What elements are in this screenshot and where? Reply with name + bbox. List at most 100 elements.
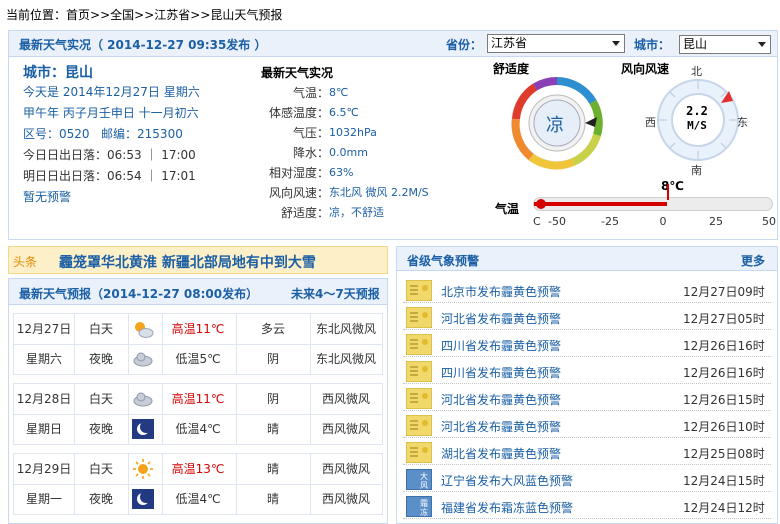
warning-item[interactable]: 北京市发布霾黄色预警 12月27日09时 bbox=[397, 277, 777, 303]
warning-text[interactable]: 四川省发布霾黄色预警 bbox=[441, 364, 561, 381]
forecast-col-divider bbox=[236, 314, 237, 374]
forecast-more-link[interactable]: 未来4～7天预报 bbox=[291, 285, 380, 302]
forecast-col-divider bbox=[74, 454, 75, 514]
warning-text[interactable]: 四川省发布霾黄色预警 bbox=[441, 337, 561, 354]
lunar-line: 甲午年 丙子月壬申日 十一月初六 bbox=[23, 106, 199, 120]
warning-divider bbox=[403, 302, 771, 303]
partly-cloudy-icon bbox=[128, 316, 158, 342]
temp-tick-label: 50 bbox=[762, 215, 776, 228]
cloud-icon bbox=[128, 386, 158, 412]
obs-title: 最新天气实况 bbox=[261, 66, 334, 80]
compass-north: 北 bbox=[691, 65, 702, 78]
obs-label: 舒适度： bbox=[280, 206, 329, 220]
forecast-wind: 西风微风 bbox=[321, 492, 370, 506]
breadcrumb-sep: >> bbox=[134, 8, 155, 22]
haze-yellow-icon bbox=[405, 387, 433, 410]
forecast-night-row: 星期六 夜晚 低温5℃ 阴 东北风微风 bbox=[14, 346, 384, 372]
forecast-period-label: 白天 bbox=[88, 322, 113, 336]
no-warning-text: 暂无预警 bbox=[23, 190, 72, 204]
forecast-weather: 晴 bbox=[266, 492, 279, 506]
warning-divider bbox=[403, 437, 771, 438]
city-select-value: 昆山 bbox=[683, 37, 708, 51]
forecast-divider bbox=[14, 344, 382, 345]
forecast-period-label: 白天 bbox=[88, 462, 113, 476]
forecast-day: 12月28日 白天 高温11℃ 阴西风微风 星期日 夜晚 低温4℃ 晴西风微风 bbox=[13, 383, 383, 445]
warning-item[interactable]: 大风 辽宁省发布大风蓝色预警 12月24日15时 bbox=[397, 466, 777, 492]
cloud-icon bbox=[128, 346, 158, 372]
obs-value: 6.5℃ bbox=[329, 106, 359, 119]
forecast-col-divider bbox=[310, 384, 311, 444]
warning-text[interactable]: 福建省发布霜冻蓝色预警 bbox=[441, 499, 573, 516]
obs-label: 体感温度： bbox=[268, 106, 329, 120]
warning-text[interactable]: 北京市发布霾黄色预警 bbox=[441, 283, 561, 300]
moon-icon bbox=[128, 416, 158, 442]
warning-time: 12月24日12时 bbox=[683, 501, 765, 515]
forecast-col-divider bbox=[236, 384, 237, 444]
live-weather-panel: 最新天气实况（ 2014-12-27 09:35发布 ） 省份： 江苏省 城市：… bbox=[8, 30, 778, 240]
haze-yellow-icon bbox=[405, 441, 433, 464]
obs-value: 凉，不舒适 bbox=[329, 206, 384, 219]
headline-strip[interactable]: 头条 霾笼罩华北黄淮 新疆北部局地有中到大雪 bbox=[8, 246, 388, 274]
forecast-weather: 阴 bbox=[266, 352, 279, 366]
temp-ticks: -50 -25 0 25 50 bbox=[533, 215, 776, 229]
haze-yellow-icon bbox=[405, 360, 433, 383]
warning-item[interactable]: 河北省发布霾黄色预警 12月26日15时 bbox=[397, 385, 777, 411]
warnings-list: 北京市发布霾黄色预警 12月27日09时 河北省发布霾黄色预警 12月27日05时四川… bbox=[397, 277, 777, 523]
forecast-col-divider bbox=[236, 454, 237, 514]
warning-item[interactable]: 河北省发布霾黄色预警 12月26日10时 bbox=[397, 412, 777, 438]
obs-row: 舒适度： 凉，不舒适 bbox=[261, 203, 451, 223]
area-code-label: 区号： bbox=[23, 127, 60, 141]
warning-text[interactable]: 河北省发布霾黄色预警 bbox=[441, 310, 561, 327]
warning-item[interactable]: 河北省发布霾黄色预警 12月27日05时 bbox=[397, 304, 777, 330]
haze-yellow-icon bbox=[405, 414, 433, 437]
warning-item[interactable]: 霜冻 福建省发布霜冻蓝色预警 12月24日12时 bbox=[397, 493, 777, 519]
forecast-col-divider bbox=[162, 384, 163, 444]
forecast-divider bbox=[14, 414, 382, 415]
warning-divider bbox=[403, 518, 771, 519]
city-label: 城市： bbox=[634, 38, 671, 52]
forecast-day-row: 12月27日 白天 高温11℃ 多云 东北风微风 bbox=[14, 316, 384, 342]
warning-item[interactable]: 四川省发布霾黄色预警 12月26日16时 bbox=[397, 358, 777, 384]
breadcrumb-sep: >> bbox=[90, 8, 111, 22]
forecast-days: 12月27日 白天 高温11℃ 多云 东北风微风 星期六 夜晚 低温5℃ 阴东北风微风 12月28… bbox=[9, 313, 387, 523]
warning-divider bbox=[403, 356, 771, 357]
breadcrumb-home-link[interactable]: 首页 bbox=[66, 8, 90, 22]
chevron-down-icon bbox=[612, 41, 620, 46]
forecast-wind: 东北风微风 bbox=[315, 352, 376, 366]
province-select[interactable]: 江苏省 bbox=[487, 34, 625, 53]
warning-text[interactable]: 湖北省发布霾黄色预警 bbox=[441, 445, 561, 462]
forecast-divider bbox=[14, 484, 382, 485]
warning-text[interactable]: 河北省发布霾黄色预警 bbox=[441, 391, 561, 408]
sun-icon bbox=[128, 456, 158, 482]
today-line: 今天是 2014年12月27日 星期六 bbox=[23, 85, 200, 99]
forecast-col-divider bbox=[74, 314, 75, 374]
province-label: 省份： bbox=[446, 38, 483, 52]
warning-icon-label: 大风 bbox=[420, 472, 428, 490]
forecast-title: 最新天气预报（2014-12-27 08:00发布） bbox=[19, 287, 259, 301]
warning-divider bbox=[403, 383, 771, 384]
warning-time: 12月26日16时 bbox=[683, 339, 765, 353]
warnings-title: 省级气象预警 bbox=[407, 254, 480, 268]
breadcrumb-province-link[interactable]: 江苏省 bbox=[154, 8, 190, 22]
breadcrumb: 当前位置：首页>>全国>>江苏省>>昆山天气预报 bbox=[6, 6, 282, 24]
obs-value: 0.0mm bbox=[329, 146, 368, 159]
frost-blue-icon: 霜冻 bbox=[406, 496, 432, 517]
province-select-value: 江苏省 bbox=[491, 36, 528, 50]
warning-text[interactable]: 辽宁省发布大风蓝色预警 bbox=[441, 472, 573, 489]
warning-text[interactable]: 河北省发布霾黄色预警 bbox=[441, 418, 561, 435]
warning-item[interactable]: 湖北省发布霾黄色预警 12月25日08时 bbox=[397, 439, 777, 465]
forecast-panel: 最新天气预报（2014-12-27 08:00发布） 未来4～7天预报 12月2… bbox=[8, 278, 388, 524]
forecast-temp: 高温11℃ bbox=[171, 322, 225, 336]
warnings-more-link[interactable]: 更多 bbox=[741, 252, 765, 269]
forecast-temp: 高温11℃ bbox=[171, 392, 225, 406]
sun-today: 今日日出日落：06:53 ｜ 17:00 bbox=[23, 148, 196, 162]
obs-label: 气温： bbox=[292, 86, 329, 100]
obs-row: 体感温度： 6.5℃ bbox=[261, 103, 451, 123]
city-select[interactable]: 昆山 bbox=[679, 35, 771, 54]
temperature-bar bbox=[533, 184, 773, 211]
obs-row: 风向风速： 东北风 微风 2.2M/S bbox=[261, 183, 451, 203]
temp-tick-label: 0 bbox=[659, 215, 667, 228]
warning-item[interactable]: 四川省发布霾黄色预警 12月26日16时 bbox=[397, 331, 777, 357]
breadcrumb-nation-link[interactable]: 全国 bbox=[110, 8, 134, 22]
obs-label: 气压： bbox=[292, 126, 329, 140]
